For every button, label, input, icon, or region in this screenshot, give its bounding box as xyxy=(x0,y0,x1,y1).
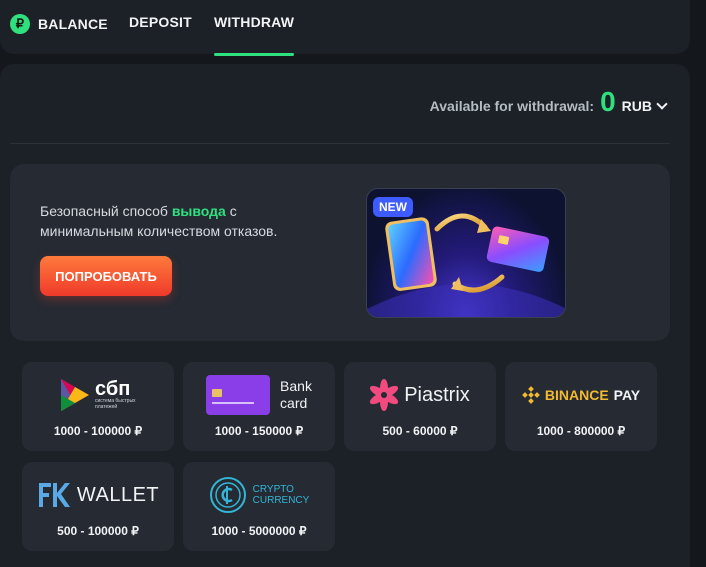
top-nav: ₽ BALANCE DEPOSIT WITHDRAW xyxy=(0,0,690,56)
binance-brand: BINANCE xyxy=(544,387,609,403)
divider xyxy=(10,143,670,144)
available-balance: Available for withdrawal: 0 RUB xyxy=(429,86,668,117)
sbp-name: сбп xyxy=(95,378,131,400)
binance-logo: BINANCE PAY xyxy=(505,374,657,416)
promo-text: Безопасный способ вывода с минимальным к… xyxy=(40,201,330,241)
promo-image: NEW xyxy=(366,188,566,318)
crypto-line1: CRYPTO xyxy=(252,484,294,495)
tab-withdraw[interactable]: WITHDRAW xyxy=(214,14,294,30)
sbp-logo: сбп система быстрых платежей xyxy=(22,374,174,416)
bank-card-range: 1000 - 150000 ₽ xyxy=(214,424,304,438)
method-fk-wallet[interactable]: WALLET 500 - 100000 ₽ xyxy=(22,462,174,551)
ruble-logo-icon: ₽ xyxy=(10,14,30,34)
method-bank-card[interactable]: Bank card 1000 - 150000 ₽ xyxy=(183,362,335,451)
fk-icon xyxy=(38,483,70,507)
crypto-coin-icon xyxy=(209,477,246,513)
crypto-label: CRYPTO CURRENCY xyxy=(253,484,310,506)
tab-withdraw-label: WITHDRAW xyxy=(214,14,295,30)
available-label: Available for withdrawal: xyxy=(429,98,595,114)
method-sbp[interactable]: сбп система быстрых платежей 1000 - 1000… xyxy=(22,362,174,451)
promo-text-start: Безопасный способ xyxy=(40,203,172,219)
sbp-range: 1000 - 100000 ₽ xyxy=(53,424,143,438)
fk-wallet-range: 500 - 100000 ₽ xyxy=(57,524,139,538)
binance-pay-suffix: PAY xyxy=(613,387,641,403)
available-amount: 0 xyxy=(600,86,616,117)
method-binance-pay[interactable]: BINANCE PAY 1000 - 800000 ₽ xyxy=(505,362,657,451)
sbp-subtitle: система быстрых платежей xyxy=(95,398,136,410)
piastrix-logo: Piastrix xyxy=(344,374,496,416)
promo-banner: Безопасный способ вывода с минимальным к… xyxy=(10,164,670,341)
piastrix-name: Piastrix xyxy=(404,383,470,406)
active-tab-indicator xyxy=(214,53,294,56)
currency-label: RUB xyxy=(621,98,652,114)
bank-card-label: Bank card xyxy=(280,378,312,412)
method-crypto[interactable]: CRYPTO CURRENCY 1000 - 5000000 ₽ xyxy=(183,462,335,551)
piastrix-range: 500 - 60000 ₽ xyxy=(382,424,458,438)
binance-icon xyxy=(522,386,540,404)
new-badge: NEW xyxy=(373,197,413,217)
try-button[interactable]: ПОПРОБОВАТЬ xyxy=(40,256,172,296)
fk-wallet-logo: WALLET xyxy=(22,474,174,516)
sbp-icon xyxy=(61,379,89,411)
method-piastrix[interactable]: Piastrix 500 - 60000 ₽ xyxy=(344,362,496,451)
bank-card-line1: Bank xyxy=(280,378,312,394)
crypto-range: 1000 - 5000000 ₽ xyxy=(211,524,307,538)
piastrix-flower-icon xyxy=(370,379,399,411)
fk-wallet-name: WALLET xyxy=(76,483,160,506)
binance-name: BINANCE PAY xyxy=(545,387,640,403)
tab-deposit-label: DEPOSIT xyxy=(129,14,192,30)
crypto-line2: CURRENCY xyxy=(252,495,310,506)
tab-balance-label: BALANCE xyxy=(38,16,108,32)
currency-selector[interactable]: RUB xyxy=(621,97,668,114)
chevron-down-icon xyxy=(656,97,668,110)
bank-card-logo: Bank card xyxy=(183,374,335,416)
tab-deposit[interactable]: DEPOSIT xyxy=(129,14,192,30)
binance-range: 1000 - 800000 ₽ xyxy=(536,424,626,438)
crypto-logo: CRYPTO CURRENCY xyxy=(183,474,335,516)
tab-balance[interactable]: ₽ BALANCE xyxy=(10,14,108,34)
bank-card-icon xyxy=(206,375,271,415)
promo-text-highlight: вывода xyxy=(171,203,226,219)
bank-card-line2: card xyxy=(280,395,308,411)
